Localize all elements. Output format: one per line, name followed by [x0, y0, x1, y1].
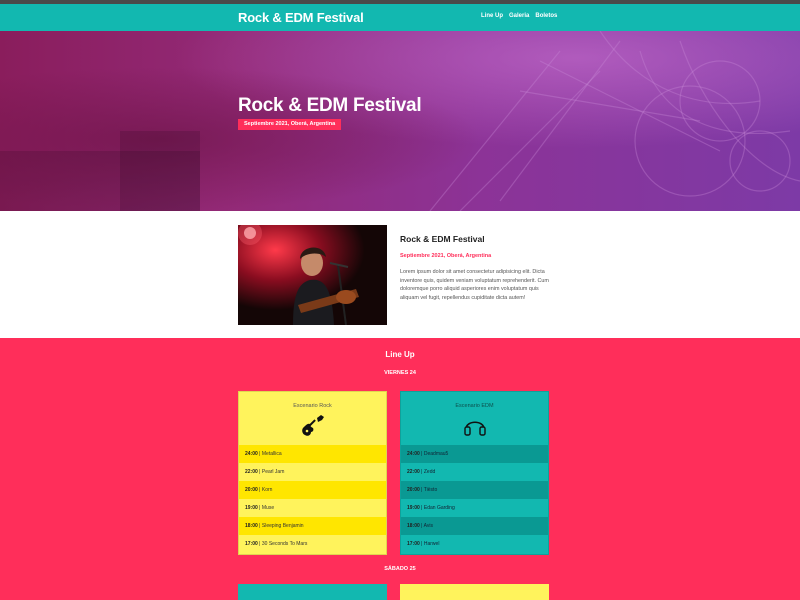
band-name: Pearl Jam — [261, 469, 285, 475]
hero-date-badge: Septiembre 2021, Oberá, Argentina — [238, 119, 342, 130]
set-time: 22:00 — [407, 469, 420, 475]
hero-background-image — [0, 31, 800, 211]
stage-name-edm: Escenario EDM — [455, 403, 494, 409]
day-heading-sabado: SÁBADO 25 — [384, 566, 416, 572]
hero-title: Rock & EDM Festival — [238, 95, 422, 116]
nav-link-galeria[interactable]: Galeria — [509, 13, 529, 19]
band-name: Harwel — [423, 541, 440, 547]
band-name: 30 Seconds To Mars — [261, 541, 308, 547]
band-name: Metallica — [261, 451, 282, 457]
set-time: 24:00 — [407, 451, 420, 457]
band-name: Muse — [261, 505, 275, 511]
guitar-icon — [239, 415, 386, 437]
band-name: Deadmau5 — [423, 451, 449, 457]
lineup-title: Line Up — [385, 350, 415, 359]
band-name: Tiësto — [423, 487, 438, 493]
set-time: 24:00 — [245, 451, 258, 457]
band-name: Sleeping Benjamin — [261, 523, 304, 529]
list-item: 19:00 | Muse — [239, 499, 386, 517]
hero-banner: Rock & EDM Festival Septiembre 2021, Obe… — [0, 31, 800, 211]
about-section: Rock & EDM Festival Septiembre 2021, Obe… — [0, 211, 800, 338]
day-heading-viernes: VIERNES 24 — [384, 370, 416, 376]
headphones-icon — [401, 415, 548, 437]
stage-card-rock: Escenario Rock 24:00 | Metallica 22:00 |… — [238, 391, 387, 555]
stage-card-day2-left — [238, 584, 387, 600]
nav-link-boletos[interactable]: Boletos — [535, 13, 557, 19]
about-title: Rock & EDM Festival — [400, 234, 485, 244]
set-time: 17:00 — [407, 541, 420, 547]
site-brand[interactable]: Rock & EDM Festival — [238, 10, 364, 25]
band-name: Zedd — [423, 469, 436, 475]
set-time: 18:00 — [245, 523, 258, 529]
nav-link-lineup[interactable]: Line Up — [481, 13, 503, 19]
set-time: 17:00 — [245, 541, 258, 547]
set-time: 19:00 — [245, 505, 258, 511]
list-item: 19:00 | Edan Garding — [401, 499, 548, 517]
list-item: 22:00 | Zedd — [401, 463, 548, 481]
stage-card-edm: Escenario EDM 24:00 | Deadmau5 22:00 | Z… — [400, 391, 549, 555]
list-item: 17:00 | 30 Seconds To Mars — [239, 535, 386, 553]
set-time: 20:00 — [407, 487, 420, 493]
list-item: 24:00 | Metallica — [239, 445, 386, 463]
list-item: 22:00 | Pearl Jam — [239, 463, 386, 481]
concert-photo — [238, 225, 387, 325]
site-header: Rock & EDM Festival Line Up Galeria Bole… — [0, 4, 800, 31]
about-info: Rock & EDM Festival Septiembre 2021, Obe… — [400, 234, 560, 302]
stage-card-day2-right — [400, 584, 549, 600]
schedule-list-rock: 24:00 | Metallica 22:00 | Pearl Jam 20:0… — [239, 445, 386, 553]
lineup-section: Line Up VIERNES 24 Escenario Rock 24:00 … — [0, 338, 800, 600]
list-item: 18:00 | Avis — [401, 517, 548, 535]
list-item: 17:00 | Harwel — [401, 535, 548, 553]
set-time: 18:00 — [407, 523, 420, 529]
main-nav: Line Up Galeria Boletos — [481, 13, 557, 19]
list-item: 20:00 | Tiësto — [401, 481, 548, 499]
band-name: Edan Garding — [423, 505, 455, 511]
set-time: 19:00 — [407, 505, 420, 511]
band-name: Korn — [261, 487, 273, 493]
about-date: Septiembre 2021, Oberá, Argentina — [400, 253, 492, 259]
stage-name-rock: Escenario Rock — [293, 403, 332, 409]
list-item: 20:00 | Korn — [239, 481, 386, 499]
schedule-list-edm: 24:00 | Deadmau5 22:00 | Zedd 20:00 | Ti… — [401, 445, 548, 553]
set-time: 20:00 — [245, 487, 258, 493]
list-item: 18:00 | Sleeping Benjamin — [239, 517, 386, 535]
list-item: 24:00 | Deadmau5 — [401, 445, 548, 463]
band-name: Avis — [423, 523, 433, 529]
about-description: Lorem ipsum dolor sit amet consectetur a… — [400, 269, 549, 301]
set-time: 22:00 — [245, 469, 258, 475]
